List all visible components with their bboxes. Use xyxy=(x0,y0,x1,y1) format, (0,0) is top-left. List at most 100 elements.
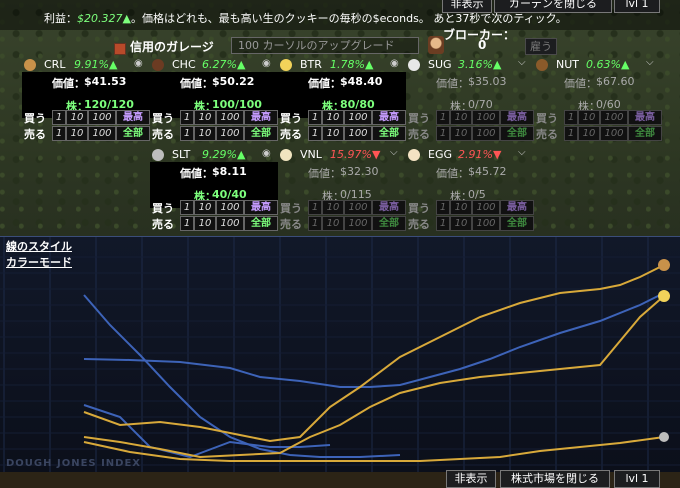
buy-100-button[interactable]: 100 xyxy=(88,110,116,125)
top-hide-button[interactable]: 非表示 xyxy=(442,0,492,13)
color-mode-toggle[interactable]: カラーモード xyxy=(6,254,72,270)
sell-100-button[interactable]: 100 xyxy=(472,126,500,141)
sell-1-button[interactable]: 1 xyxy=(52,126,66,141)
chevron-down-icon[interactable]: ⌵ xyxy=(518,147,526,158)
sell-all-button[interactable]: 全部 xyxy=(628,126,662,141)
bank-garage-title[interactable]: 信用のガレージ xyxy=(130,38,214,55)
sell-1-button[interactable]: 1 xyxy=(564,126,578,141)
sell-1-button[interactable]: 1 xyxy=(436,126,450,141)
stock-btr: BTR 1.78%▲ ◉ 価値： $48.40 株： 80/80 買う 1 10… xyxy=(278,56,406,148)
stock-change: 9.91%▲ xyxy=(74,58,118,71)
close-garden-button[interactable]: ガーデンを閉じる xyxy=(494,0,612,13)
buy-max-button[interactable]: 最高 xyxy=(628,110,662,125)
sell-all-button[interactable]: 全部 xyxy=(372,126,406,141)
buy-1-button[interactable]: 1 xyxy=(180,200,194,215)
sell-100-button[interactable]: 100 xyxy=(344,216,372,231)
line-style-toggle[interactable]: 線のスタイル xyxy=(6,238,72,254)
stock-crl: CRL 9.91%▲ ◉ 価値： $41.53 株： 120/120 買う 1 … xyxy=(22,56,150,148)
buy-10-button[interactable]: 10 xyxy=(450,200,472,215)
buy-label: 買う xyxy=(280,112,302,125)
sell-100-button[interactable]: 100 xyxy=(600,126,628,141)
buy-max-button[interactable]: 最高 xyxy=(500,200,534,215)
sell-1-button[interactable]: 1 xyxy=(180,216,194,231)
buy-label: 買う xyxy=(152,112,174,125)
sell-10-button[interactable]: 10 xyxy=(450,126,472,141)
bottom-level-indicator[interactable]: lvl 1 xyxy=(614,470,660,488)
top-level-indicator[interactable]: lvl 1 xyxy=(614,0,660,13)
sell-all-button[interactable]: 全部 xyxy=(116,126,150,141)
buy-1-button[interactable]: 1 xyxy=(308,200,322,215)
buy-1-button[interactable]: 1 xyxy=(308,110,322,125)
sell-1-button[interactable]: 1 xyxy=(308,126,322,141)
sell-10-button[interactable]: 10 xyxy=(578,126,600,141)
sell-10-button[interactable]: 10 xyxy=(322,216,344,231)
buy-max-button[interactable]: 最高 xyxy=(244,200,278,215)
buy-100-button[interactable]: 100 xyxy=(472,200,500,215)
sell-row: 売る 1 10 100 全部 xyxy=(278,126,406,141)
buy-max-button[interactable]: 最高 xyxy=(372,110,406,125)
sell-10-button[interactable]: 10 xyxy=(66,126,88,141)
garage-upgrade-description: 100 カーソルのアップグレード xyxy=(231,37,419,54)
buy-1-button[interactable]: 1 xyxy=(564,110,578,125)
sell-row: 売る 1 10 100 全部 xyxy=(150,216,278,231)
chevron-down-icon[interactable]: ⌵ xyxy=(646,57,654,68)
buy-max-button[interactable]: 最高 xyxy=(500,110,534,125)
sell-1-button[interactable]: 1 xyxy=(436,216,450,231)
buy-10-button[interactable]: 10 xyxy=(322,110,344,125)
close-stock-market-button[interactable]: 株式市場を閉じる xyxy=(500,470,610,488)
sell-10-button[interactable]: 10 xyxy=(322,126,344,141)
buy-10-button[interactable]: 10 xyxy=(450,110,472,125)
eye-icon[interactable]: ◉ xyxy=(262,148,271,159)
sell-100-button[interactable]: 100 xyxy=(88,126,116,141)
buy-1-button[interactable]: 1 xyxy=(436,200,450,215)
slt-marker-icon xyxy=(659,432,669,442)
buy-max-button[interactable]: 最高 xyxy=(116,110,150,125)
buy-10-button[interactable]: 10 xyxy=(194,110,216,125)
eye-icon[interactable]: ◉ xyxy=(390,58,399,69)
buy-max-button[interactable]: 最高 xyxy=(372,200,406,215)
chevron-down-icon[interactable]: ⌵ xyxy=(390,147,398,158)
buy-100-button[interactable]: 100 xyxy=(344,110,372,125)
eye-icon[interactable]: ◉ xyxy=(262,58,271,69)
sell-10-button[interactable]: 10 xyxy=(450,216,472,231)
sell-100-button[interactable]: 100 xyxy=(216,126,244,141)
dough-jones-watermark: DOUGH JONES INDEX xyxy=(6,458,142,469)
buy-10-button[interactable]: 10 xyxy=(66,110,88,125)
sell-100-button[interactable]: 100 xyxy=(344,126,372,141)
sell-all-button[interactable]: 全部 xyxy=(500,126,534,141)
stock-price: $41.53 xyxy=(84,75,127,88)
chevron-down-icon[interactable]: ⌵ xyxy=(518,57,526,68)
buy-max-button[interactable]: 最高 xyxy=(244,110,278,125)
sell-all-button[interactable]: 全部 xyxy=(372,216,406,231)
buy-10-button[interactable]: 10 xyxy=(322,200,344,215)
buy-100-button[interactable]: 100 xyxy=(472,110,500,125)
sell-all-button[interactable]: 全部 xyxy=(244,216,278,231)
buy-1-button[interactable]: 1 xyxy=(436,110,450,125)
price-label: 価値： xyxy=(52,77,85,90)
buy-row: 買う 1 10 100 最高 xyxy=(278,200,406,215)
sell-100-button[interactable]: 100 xyxy=(472,216,500,231)
price-label: 価値： xyxy=(308,167,341,180)
sell-10-button[interactable]: 10 xyxy=(194,216,216,231)
buy-10-button[interactable]: 10 xyxy=(194,200,216,215)
buy-1-button[interactable]: 1 xyxy=(52,110,66,125)
buy-100-button[interactable]: 100 xyxy=(216,110,244,125)
sell-all-button[interactable]: 全部 xyxy=(500,216,534,231)
bottom-hide-button[interactable]: 非表示 xyxy=(446,470,496,488)
buy-100-button[interactable]: 100 xyxy=(600,110,628,125)
buy-1-button[interactable]: 1 xyxy=(180,110,194,125)
sell-1-button[interactable]: 1 xyxy=(308,216,322,231)
stock-price: $32.30 xyxy=(340,165,379,178)
price-label: 価値： xyxy=(180,77,213,90)
sell-1-button[interactable]: 1 xyxy=(180,126,194,141)
eye-icon[interactable]: ◉ xyxy=(134,58,143,69)
sell-10-button[interactable]: 10 xyxy=(194,126,216,141)
buy-100-button[interactable]: 100 xyxy=(216,200,244,215)
sell-100-button[interactable]: 100 xyxy=(216,216,244,231)
hire-broker-button[interactable]: 雇う xyxy=(525,38,557,55)
stock-chc: CHC 6.27%▲ ◉ 価値： $50.22 株： 100/100 買う 1 … xyxy=(150,56,278,148)
sell-all-button[interactable]: 全部 xyxy=(244,126,278,141)
stock-change: 3.16%▲ xyxy=(458,58,502,71)
buy-100-button[interactable]: 100 xyxy=(344,200,372,215)
buy-10-button[interactable]: 10 xyxy=(578,110,600,125)
